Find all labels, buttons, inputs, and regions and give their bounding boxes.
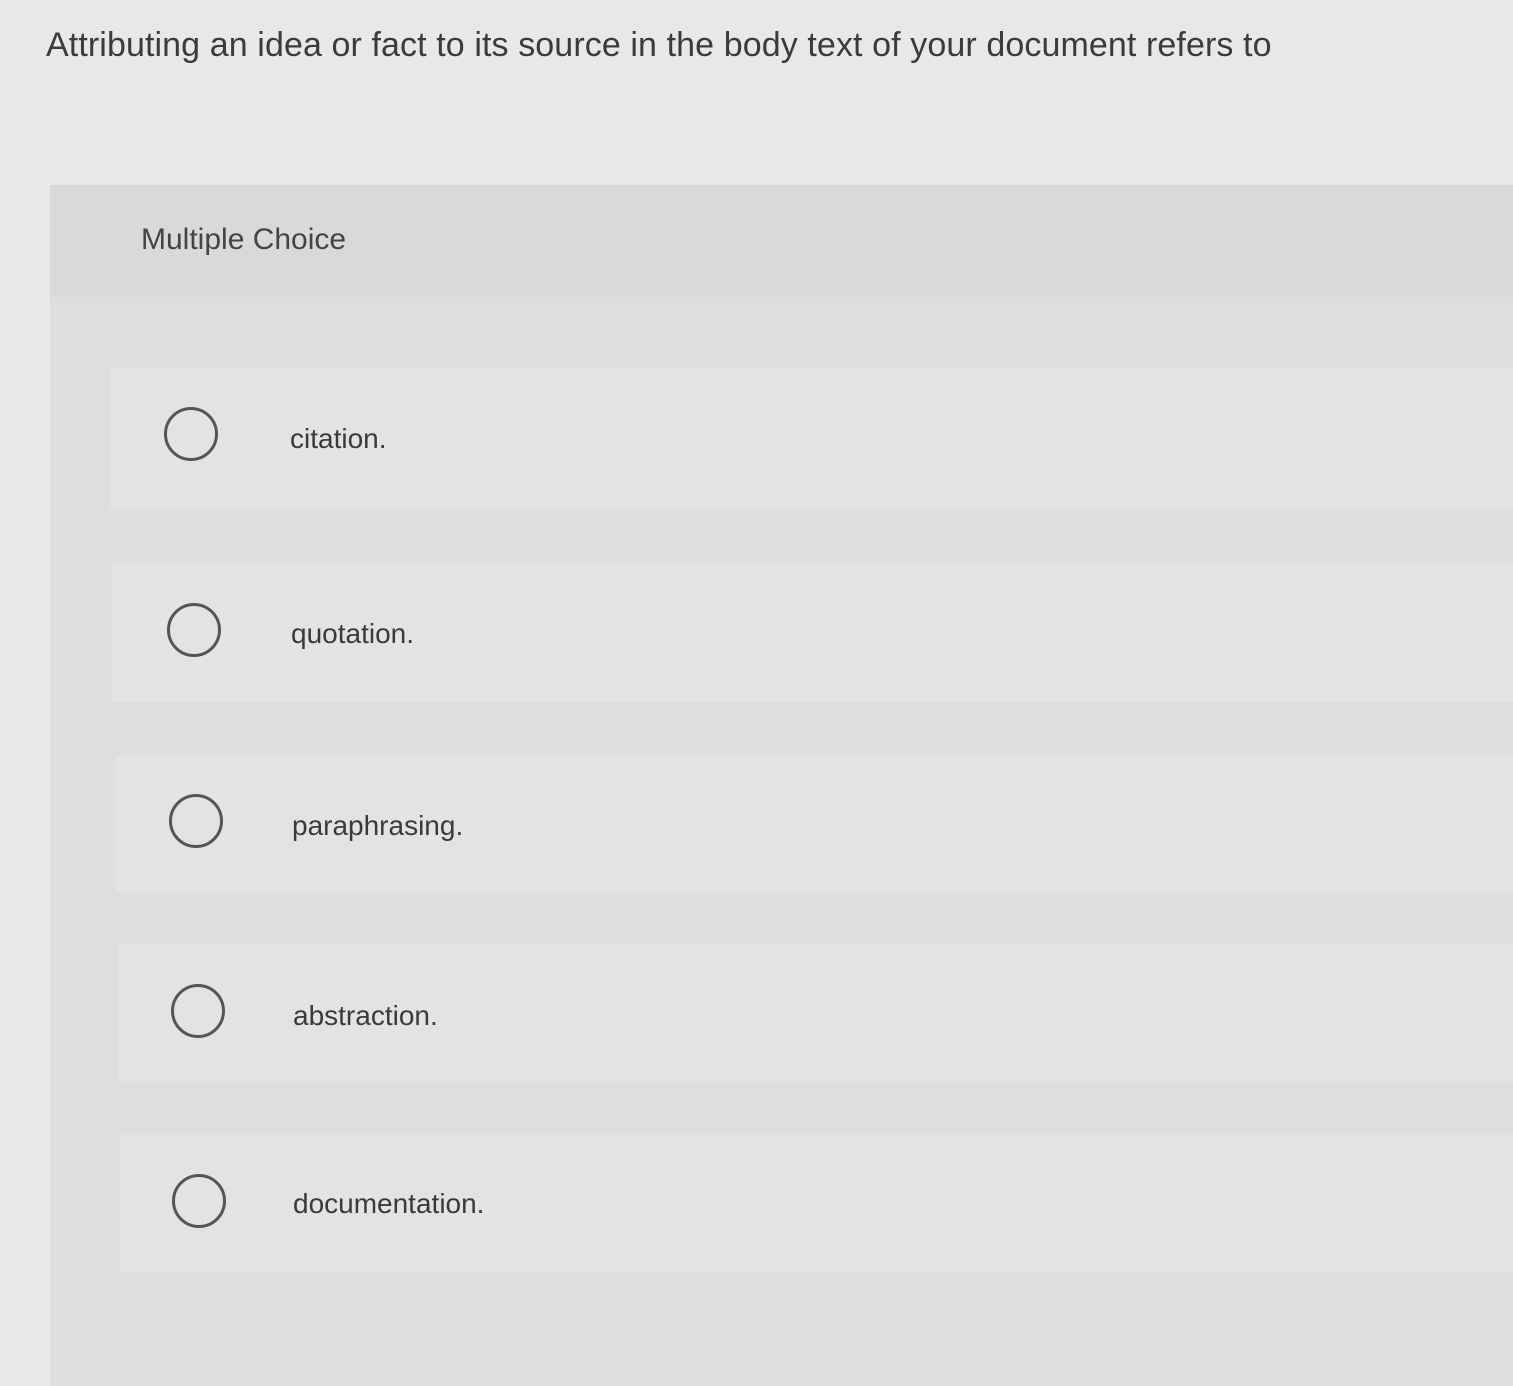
- radio-button[interactable]: [172, 1174, 226, 1228]
- radio-button[interactable]: [167, 603, 221, 657]
- option-label: abstraction.: [293, 1000, 438, 1031]
- panel-title: Multiple Choice: [141, 223, 347, 256]
- option-label: paraphrasing.: [292, 810, 464, 841]
- radio-button[interactable]: [164, 407, 218, 461]
- option-label: documentation.: [293, 1188, 485, 1219]
- option-documentation[interactable]: documentation.: [120, 1133, 1513, 1271]
- option-quotation[interactable]: quotation.: [112, 564, 1513, 702]
- panel-header: Multiple Choice: [50, 185, 1513, 297]
- radio-button[interactable]: [171, 984, 225, 1038]
- option-label: quotation.: [291, 618, 414, 649]
- option-label: citation.: [290, 423, 387, 454]
- option-citation[interactable]: citation.: [110, 367, 1513, 509]
- radio-button[interactable]: [169, 794, 223, 848]
- option-paraphrasing[interactable]: paraphrasing.: [116, 755, 1513, 893]
- option-abstraction[interactable]: abstraction.: [118, 945, 1513, 1083]
- question-text: Attributing an idea or fact to its sourc…: [46, 26, 1272, 64]
